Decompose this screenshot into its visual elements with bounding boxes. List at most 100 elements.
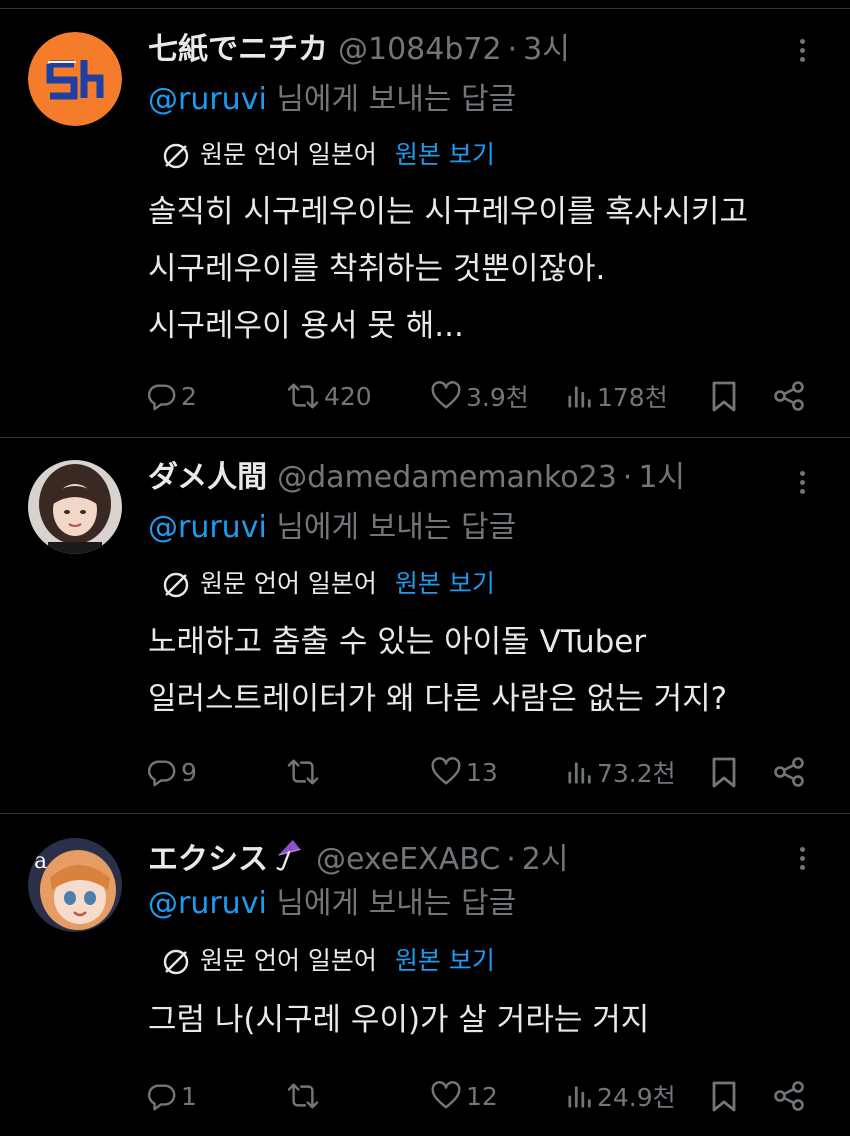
reply-button[interactable]: 2 bbox=[147, 374, 197, 418]
show-original-link[interactable]: 원본 보기 bbox=[395, 569, 495, 598]
repost-icon bbox=[287, 383, 319, 409]
avatar-image: a bbox=[28, 838, 122, 932]
share-icon bbox=[774, 757, 804, 787]
views-button[interactable]: 24.9천 bbox=[567, 1074, 676, 1118]
timestamp[interactable]: 3시 bbox=[523, 32, 570, 67]
view-count: 24.9천 bbox=[597, 1083, 676, 1112]
views-button[interactable]: 73.2천 bbox=[567, 750, 676, 794]
source-language-label: 원문 언어 일본어 bbox=[200, 140, 377, 169]
display-name[interactable]: エクシス bbox=[148, 842, 268, 877]
translate-icon bbox=[160, 946, 192, 978]
user-handle[interactable]: @1084b72 bbox=[338, 32, 502, 67]
more-icon-dot bbox=[800, 489, 805, 494]
bookmark-icon bbox=[712, 757, 736, 788]
share-icon bbox=[774, 381, 804, 411]
avatar[interactable] bbox=[28, 32, 122, 126]
tweet-divider bbox=[0, 437, 850, 438]
user-handle[interactable]: @damedamemanko23 bbox=[277, 460, 617, 495]
more-icon-dot bbox=[800, 865, 805, 870]
more-icon-dot bbox=[800, 856, 805, 861]
like-button[interactable]: 13 bbox=[430, 750, 498, 794]
bookmark-button[interactable] bbox=[710, 374, 738, 418]
replying-to: @ruruvi 님에게 보내는 답글 bbox=[148, 884, 516, 924]
translation-notice: 원문 언어 일본어 원본 보기 bbox=[160, 566, 495, 602]
tweet-text: 솔직히 시구레우이는 시구레우이를 혹사시키고 시구레우이를 착취하는 것뿐이잖… bbox=[148, 194, 748, 344]
tweet-header: エクシス @exeEXABC · 2시 bbox=[148, 836, 569, 877]
bookmark-button[interactable] bbox=[710, 750, 738, 794]
more-icon-dot bbox=[800, 480, 805, 485]
repost-count: 420 bbox=[324, 381, 372, 411]
reply-mention-link[interactable]: @ruruvi bbox=[148, 886, 267, 921]
umbrella-icon bbox=[272, 836, 306, 885]
more-options-button[interactable] bbox=[792, 462, 812, 502]
like-count: 13 bbox=[466, 757, 498, 787]
timestamp[interactable]: 1시 bbox=[638, 460, 685, 495]
more-icon-dot bbox=[800, 471, 805, 476]
display-name[interactable]: 七紙でニチカ bbox=[148, 32, 328, 67]
tweet-header: ダメ人間 @damedamemanko23 · 1시 bbox=[148, 458, 685, 498]
timestamp[interactable]: 2시 bbox=[522, 842, 569, 877]
reply-mention-link[interactable]: @ruruvi bbox=[148, 82, 267, 117]
show-original-link[interactable]: 원본 보기 bbox=[395, 140, 495, 169]
reply-icon bbox=[148, 760, 176, 787]
more-options-button[interactable] bbox=[792, 838, 812, 878]
translate-icon bbox=[160, 569, 192, 601]
replying-to: @ruruvi 님에게 보내는 답글 bbox=[148, 508, 516, 548]
display-name[interactable]: ダメ人間 bbox=[148, 460, 267, 495]
show-original-link[interactable]: 원본 보기 bbox=[395, 946, 495, 975]
repost-button[interactable] bbox=[286, 1074, 324, 1118]
share-button[interactable] bbox=[772, 1074, 806, 1118]
avatar-image bbox=[28, 32, 122, 126]
source-language-label: 원문 언어 일본어 bbox=[200, 569, 377, 598]
view-count: 73.2천 bbox=[597, 759, 676, 788]
more-icon-dot bbox=[800, 48, 805, 53]
repost-icon bbox=[287, 1083, 319, 1109]
like-button[interactable]: 12 bbox=[430, 1074, 498, 1118]
reply-count: 2 bbox=[181, 381, 197, 411]
views-icon bbox=[568, 386, 591, 408]
like-count: 12 bbox=[466, 1081, 498, 1111]
translate-icon bbox=[160, 140, 192, 172]
reply-count: 1 bbox=[181, 1081, 197, 1111]
view-count: 178천 bbox=[597, 383, 668, 412]
repost-button[interactable]: 420 bbox=[286, 374, 372, 418]
heart-icon bbox=[431, 381, 461, 409]
avatar-letters: a bbox=[34, 849, 47, 874]
reply-to-text: 님에게 보내는 답글 bbox=[266, 82, 517, 117]
tweet-text: 그럼 나(시구레 우이)가 살 거라는 거지 bbox=[148, 1002, 650, 1038]
bookmark-button[interactable] bbox=[710, 1074, 738, 1118]
reply-icon bbox=[148, 384, 176, 411]
avatar[interactable] bbox=[28, 460, 122, 554]
source-language-label: 원문 언어 일본어 bbox=[200, 946, 377, 975]
more-options-button[interactable] bbox=[792, 30, 812, 70]
user-handle[interactable]: @exeEXABC bbox=[316, 842, 500, 877]
views-button[interactable]: 178천 bbox=[567, 374, 668, 418]
reply-mention-link[interactable]: @ruruvi bbox=[148, 510, 267, 545]
heart-icon bbox=[431, 757, 461, 785]
heart-icon bbox=[431, 1081, 461, 1109]
share-icon bbox=[774, 1081, 804, 1111]
repost-icon bbox=[287, 759, 319, 785]
like-button[interactable]: 3.9천 bbox=[430, 374, 529, 418]
avatar[interactable]: a bbox=[28, 838, 122, 932]
avatar-image bbox=[28, 460, 122, 554]
more-icon-dot bbox=[800, 57, 805, 62]
reply-count: 9 bbox=[181, 757, 197, 787]
reply-button[interactable]: 9 bbox=[147, 750, 197, 794]
share-button[interactable] bbox=[772, 750, 806, 794]
feed-top-divider bbox=[0, 8, 850, 9]
tweet-actions: 9 13 73.2천 bbox=[0, 750, 850, 794]
tweet-actions: 2 420 3.9천 178천 bbox=[0, 374, 850, 418]
bookmark-icon bbox=[712, 381, 736, 412]
repost-button[interactable] bbox=[286, 750, 324, 794]
share-button[interactable] bbox=[772, 374, 806, 418]
replying-to: @ruruvi 님에게 보내는 답글 bbox=[148, 80, 516, 120]
reply-icon bbox=[148, 1084, 176, 1111]
reply-button[interactable]: 1 bbox=[147, 1074, 197, 1118]
reply-to-text: 님에게 보내는 답글 bbox=[266, 886, 517, 921]
reply-feed: 七紙でニチカ @1084b72 · 3시 @ruruvi 님에게 보내는 답글 원문 … bbox=[0, 0, 850, 1136]
tweet-header: 七紙でニチカ @1084b72 · 3시 bbox=[148, 30, 570, 70]
separator-dot: · bbox=[622, 460, 633, 495]
tweet-actions: 1 12 24.9천 bbox=[0, 1074, 850, 1118]
bookmark-icon bbox=[712, 1081, 736, 1112]
